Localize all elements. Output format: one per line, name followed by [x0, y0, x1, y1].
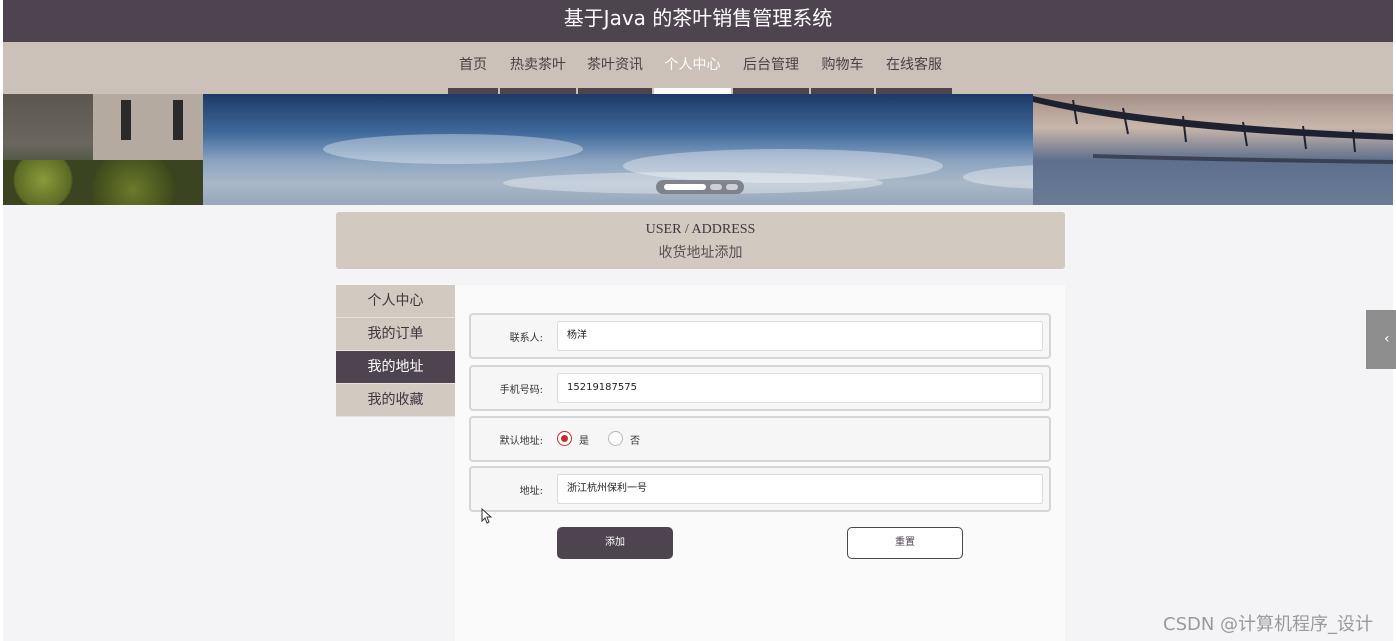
section-title-cn: 收货地址添加: [658, 246, 743, 261]
section-header: USER / ADDRESS 收货地址添加: [336, 212, 1065, 269]
nav-label: 热卖茶叶: [510, 57, 566, 73]
nav-label: 个人中心: [664, 57, 721, 73]
contact-row: 联系人: 杨洋: [469, 313, 1051, 359]
nav-item-user-center[interactable]: 个人中心: [654, 42, 731, 94]
building-wall: [93, 94, 203, 164]
banner-reflection-image: [1033, 94, 1393, 205]
hero-banner: [3, 94, 1393, 205]
sidebar-item-my-address[interactable]: 我的地址: [336, 351, 455, 384]
radio-yes[interactable]: [557, 431, 572, 446]
top-header: 基于Java 的茶叶销售管理系统: [3, 0, 1393, 42]
window-shape: [121, 100, 131, 140]
nav-item-home[interactable]: 首页: [448, 42, 498, 94]
nav-label: 茶叶资讯: [587, 57, 643, 73]
nav-item-hot-tea[interactable]: 热卖茶叶: [500, 42, 576, 94]
carousel-dot-3[interactable]: [726, 184, 738, 190]
section-title-en: USER / ADDRESS: [645, 222, 756, 237]
sidebar-item-user-center[interactable]: 个人中心: [336, 285, 455, 318]
nav-label: 购物车: [821, 57, 864, 73]
nav-label: 在线客服: [886, 57, 942, 73]
carousel-indicators: [656, 180, 744, 194]
default-address-row: 默认地址: 是 否: [469, 416, 1051, 462]
address-label: 地址:: [519, 486, 543, 497]
app-window: 基于Java 的茶叶销售管理系统 首页 热卖茶叶 茶叶资讯 个人中心 后台管理 …: [3, 0, 1393, 641]
side-toggle-tab[interactable]: ‹: [1366, 310, 1396, 369]
nav-item-admin[interactable]: 后台管理: [733, 42, 809, 94]
nav-label: 首页: [459, 57, 487, 73]
user-sidebar: 个人中心 我的订单 我的地址 我的收藏: [336, 285, 455, 417]
window-shape: [173, 100, 183, 140]
cloud-shape: [323, 134, 583, 164]
nav-item-online-service[interactable]: 在线客服: [876, 42, 952, 94]
site-title: 基于Java 的茶叶销售管理系统: [563, 6, 833, 30]
phone-input[interactable]: 15219187575: [557, 373, 1043, 403]
sidebar-item-my-favorites[interactable]: 我的收藏: [336, 384, 455, 417]
main-nav: 首页 热卖茶叶 茶叶资讯 个人中心 后台管理 购物车 在线客服: [3, 42, 1393, 94]
carousel-dot-1[interactable]: [664, 184, 706, 190]
bush-shape: [3, 160, 203, 205]
phone-label: 手机号码:: [499, 385, 543, 396]
carousel-dot-2[interactable]: [710, 184, 722, 190]
radio-yes-label: 是: [579, 436, 589, 447]
watermark-text: CSDN @计算机程序_设计: [1163, 614, 1374, 635]
banner-building-image: [3, 94, 203, 205]
radio-no-label: 否: [630, 436, 640, 447]
chevron-left-icon: ‹: [1384, 331, 1390, 347]
default-address-label: 默认地址:: [499, 436, 543, 447]
phone-row: 手机号码: 15219187575: [469, 365, 1051, 411]
tree-reflection-icon: [1033, 96, 1393, 164]
contact-input[interactable]: 杨洋: [557, 321, 1043, 351]
sidebar-item-my-orders[interactable]: 我的订单: [336, 318, 455, 351]
nav-label: 后台管理: [743, 57, 799, 73]
contact-label: 联系人:: [509, 333, 543, 344]
mouse-cursor-icon: [481, 508, 493, 524]
address-input[interactable]: 浙江杭州保利一号: [557, 474, 1043, 504]
add-button[interactable]: 添加: [557, 527, 673, 559]
nav-item-cart[interactable]: 购物车: [811, 42, 874, 94]
radio-no[interactable]: [608, 431, 623, 446]
address-row: 地址: 浙江杭州保利一号: [469, 466, 1051, 512]
nav-item-tea-news[interactable]: 茶叶资讯: [578, 42, 652, 94]
reset-button[interactable]: 重置: [847, 527, 963, 559]
